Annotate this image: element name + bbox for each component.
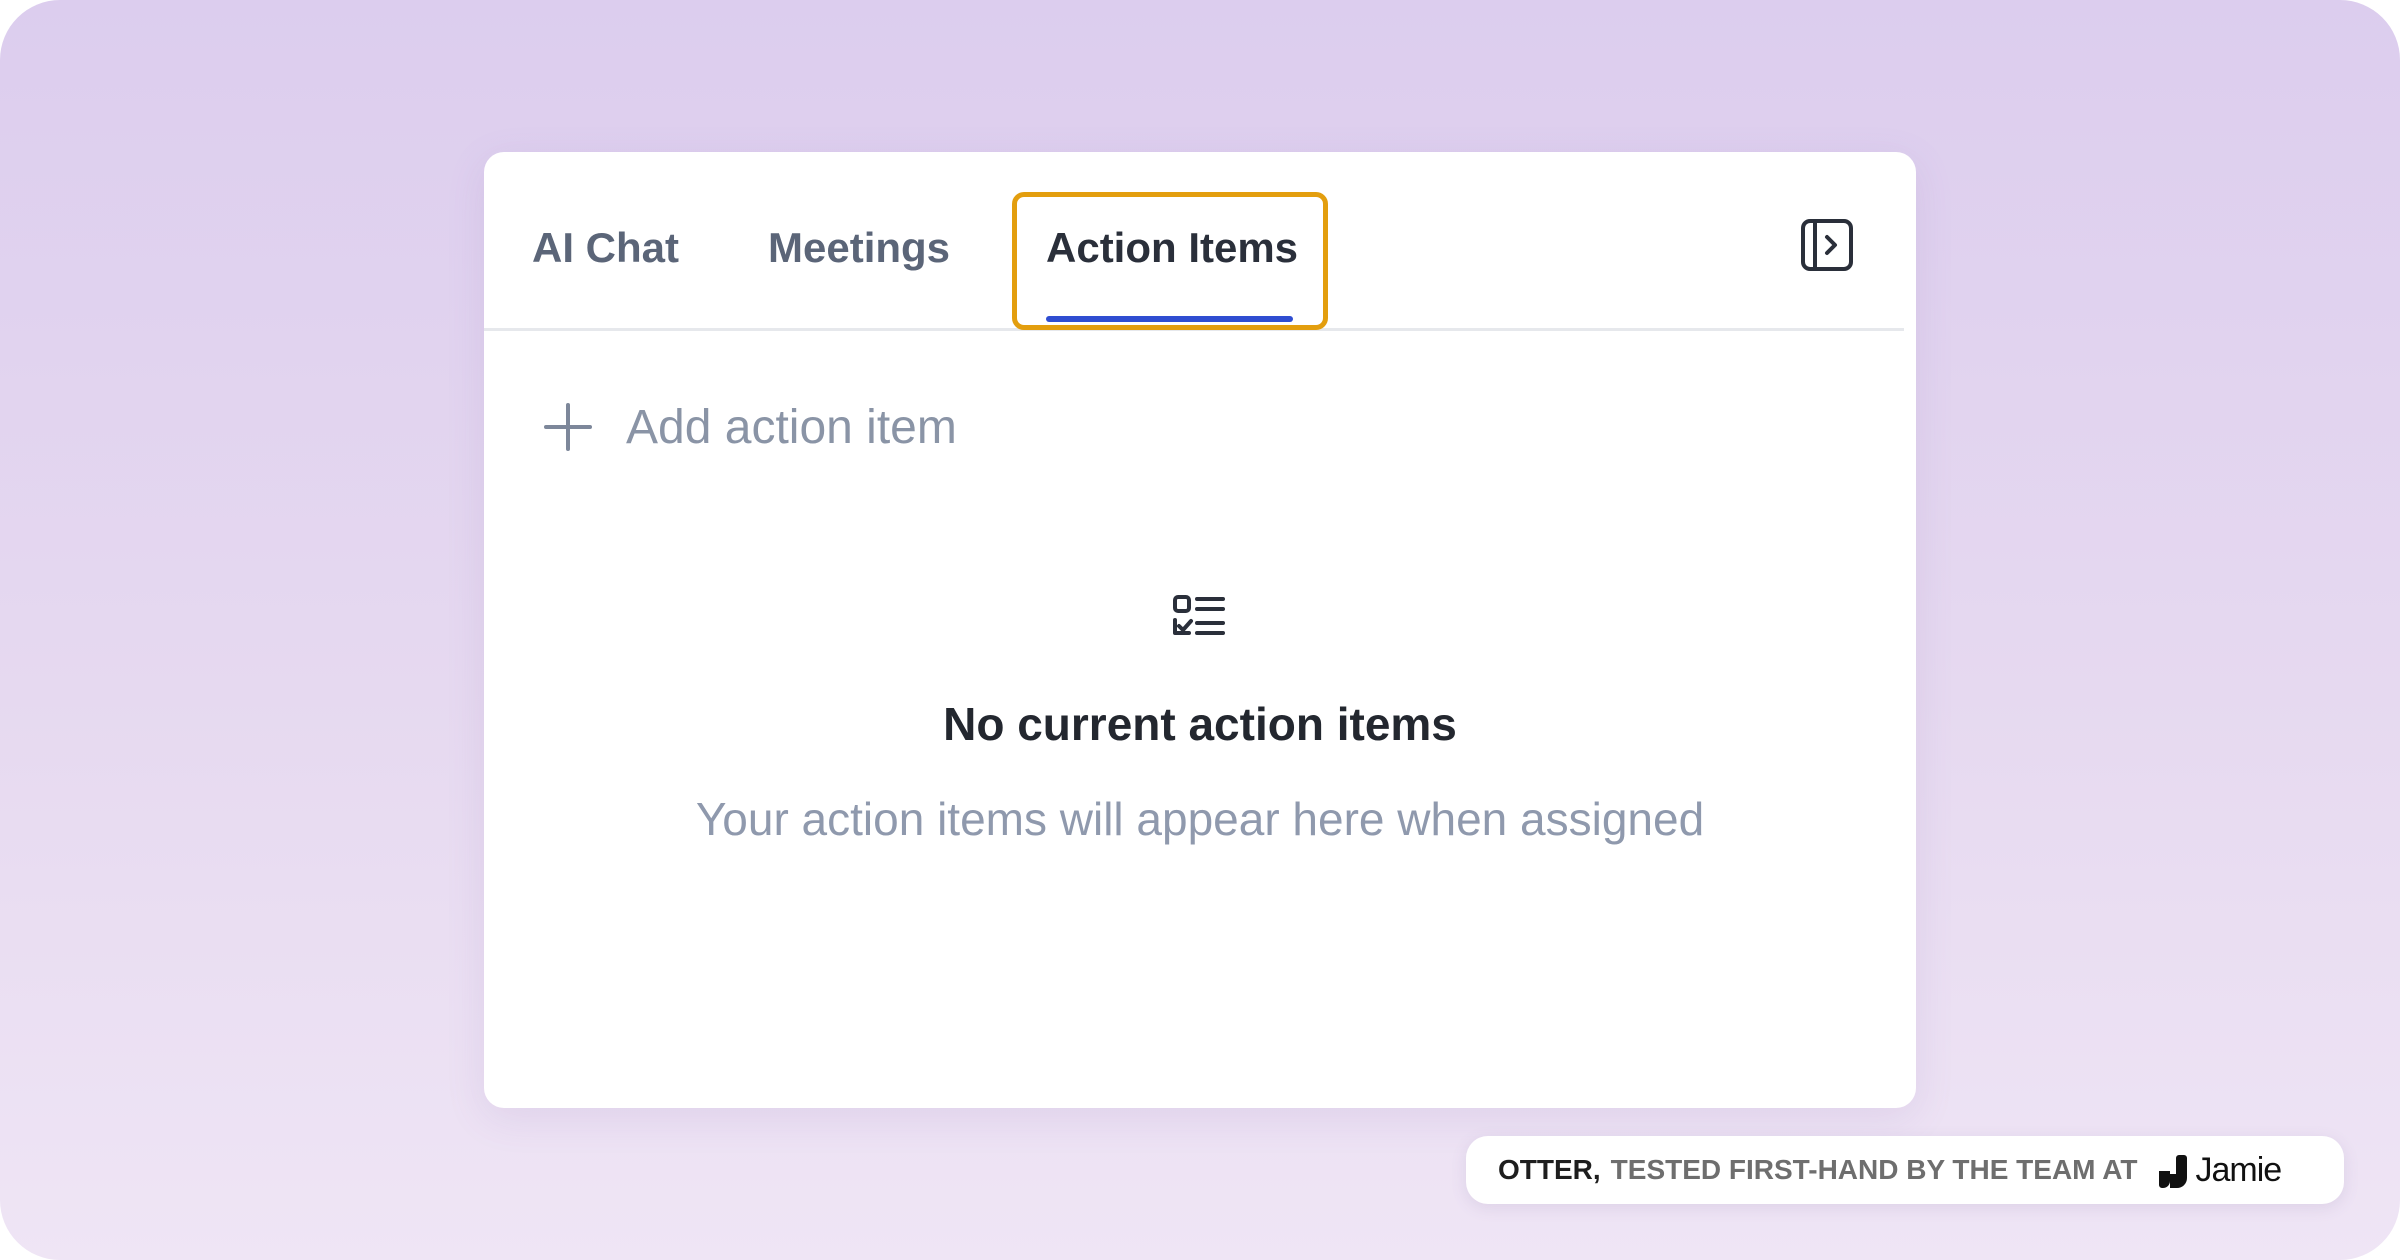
- sidebar-collapse-icon: [1801, 219, 1853, 271]
- badge-product-name: OTTER,: [1498, 1154, 1601, 1185]
- tab-action-items[interactable]: Action Items: [1046, 218, 1298, 278]
- jamie-logo-icon: [2158, 1155, 2187, 1188]
- badge-tagline: TESTED FIRST-HAND BY THE TEAM AT: [1610, 1154, 2138, 1185]
- checklist-icon: [1173, 595, 1225, 635]
- action-items-panel: AI Chat Meetings Action Items Add action…: [484, 152, 1916, 1108]
- background-stage: AI Chat Meetings Action Items Add action…: [0, 0, 2400, 1260]
- tab-meetings[interactable]: Meetings: [768, 218, 950, 278]
- plus-icon: [544, 403, 592, 451]
- tab-bar: AI Chat Meetings Action Items: [484, 152, 1904, 331]
- empty-state-title: No current action items: [943, 698, 1457, 750]
- active-tab-indicator: [1046, 316, 1293, 322]
- add-action-item-label: Add action item: [626, 400, 957, 454]
- jamie-logo: Jamie: [2156, 1151, 2282, 1190]
- add-action-item-button[interactable]: Add action item: [544, 392, 957, 462]
- sidebar-collapse-button[interactable]: [1800, 218, 1854, 272]
- attribution-badge: OTTER, TESTED FIRST-HAND BY THE TEAM AT …: [1466, 1136, 2344, 1204]
- tab-ai-chat[interactable]: AI Chat: [532, 218, 679, 278]
- empty-state-subtitle: Your action items will appear here when …: [695, 793, 1705, 845]
- jamie-brand-name: Jamie: [2195, 1150, 2283, 1189]
